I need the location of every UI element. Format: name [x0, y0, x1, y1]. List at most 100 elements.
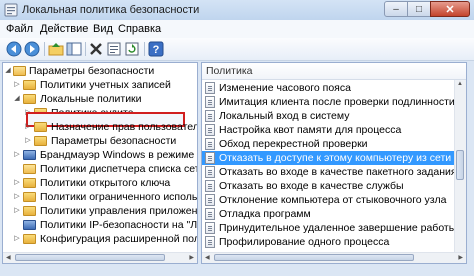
- properties-icon[interactable]: [106, 41, 122, 57]
- tree-item-label: Политики диспетчера списка сетей: [40, 163, 198, 175]
- folder-icon: [23, 178, 36, 188]
- list-item-label: Отладка программ: [219, 208, 311, 220]
- list-item[interactable]: Профилирование одного процесса: [202, 235, 454, 249]
- tree-item-label: Назначение прав пользователя: [51, 121, 198, 133]
- collapse-arrow-icon[interactable]: ▷: [24, 120, 32, 134]
- refresh-icon[interactable]: [124, 41, 140, 57]
- folder-icon: [23, 80, 36, 90]
- minimize-icon: –: [393, 3, 399, 15]
- expand-arrow-icon[interactable]: ◢: [13, 92, 21, 106]
- list-item[interactable]: Принудительное удаленное завершение рабо…: [202, 221, 456, 235]
- list-item-label: Отказать во входе в качестве пакетного з…: [219, 166, 457, 178]
- list-item-label: Отказать во входе в качестве службы: [219, 180, 404, 192]
- minimize-button[interactable]: –: [384, 1, 408, 17]
- scrollbar-thumb[interactable]: [456, 150, 464, 180]
- maximize-button[interactable]: □: [407, 1, 431, 17]
- collapse-arrow-icon[interactable]: ▷: [13, 190, 21, 204]
- policy-app-icon: [4, 3, 18, 17]
- list-item[interactable]: Отказать во входе в качестве пакетного з…: [202, 165, 457, 179]
- list-item[interactable]: Отладка программ: [202, 207, 454, 221]
- list-item[interactable]: Локальный вход в систему: [202, 109, 454, 123]
- list-item[interactable]: Изменение часового пояса: [202, 81, 454, 95]
- scroll-left-icon[interactable]: ◀: [6, 254, 11, 261]
- list-item-label: Имитация клиента после проверки подлинно…: [219, 96, 455, 108]
- tree-item-label: Параметры безопасности: [51, 135, 177, 147]
- menu-file[interactable]: Файл: [6, 23, 33, 35]
- show-hide-tree-icon[interactable]: [66, 41, 82, 57]
- forward-arrow-icon[interactable]: [24, 41, 40, 57]
- list-item-label: Изменение часового пояса: [219, 82, 351, 94]
- column-header-policy[interactable]: Политика: [202, 63, 466, 80]
- ip-security-icon: [23, 220, 36, 230]
- scroll-up-icon[interactable]: ▲: [457, 81, 463, 87]
- scroll-left-icon[interactable]: ◀: [205, 254, 210, 261]
- list-item-label: Настройка квот памяти для процесса: [219, 124, 402, 136]
- list-item-label: Отклонение компьютера от стыковочного уз…: [219, 194, 447, 206]
- svg-text:?: ?: [153, 44, 160, 56]
- menu-action[interactable]: Действие: [40, 23, 88, 35]
- window-title: Локальная политика безопасности: [22, 4, 200, 16]
- menu-help[interactable]: Справка: [118, 23, 161, 35]
- scroll-right-icon[interactable]: ▶: [189, 254, 194, 261]
- column-header-label: Политика: [206, 65, 253, 77]
- tree-item-label: Политики открытого ключа: [40, 177, 171, 189]
- list-item-label: Обход перекрестной проверки: [219, 138, 368, 150]
- delete-icon[interactable]: [88, 41, 104, 57]
- scroll-right-icon[interactable]: ▶: [458, 254, 463, 261]
- list-item[interactable]: Обход перекрестной проверки: [202, 137, 454, 151]
- scrollbar-thumb[interactable]: [214, 254, 414, 261]
- collapse-arrow-icon[interactable]: ▷: [13, 78, 21, 92]
- folder-icon: [13, 66, 26, 76]
- horizontal-scrollbar[interactable]: ◀ ▶: [3, 252, 197, 263]
- list-item[interactable]: Имитация клиента после проверки подлинно…: [202, 95, 455, 109]
- horizontal-scrollbar[interactable]: ◀ ▶: [202, 252, 466, 263]
- list-item-selected[interactable]: Отказать в доступе к этому компьютеру из…: [202, 151, 454, 165]
- collapse-arrow-icon[interactable]: ▷: [13, 232, 21, 246]
- title-bar: Локальная политика безопасности – □ ✕: [0, 0, 474, 20]
- policy-icon: [205, 194, 215, 206]
- tree-item-label: Локальные политики: [40, 93, 142, 105]
- folder-icon: [23, 206, 36, 216]
- list-item-label: Отказать в доступе к этому компьютеру из…: [219, 152, 452, 164]
- window-controls: – □ ✕: [384, 1, 470, 18]
- policy-icon: [205, 208, 215, 220]
- toolbar-separator: [144, 42, 145, 56]
- up-folder-icon[interactable]: [48, 41, 64, 57]
- collapse-arrow-icon[interactable]: ▷: [13, 176, 21, 190]
- tree-root-label: Параметры безопасности: [29, 65, 155, 77]
- back-arrow-icon[interactable]: [6, 41, 22, 57]
- collapse-arrow-icon[interactable]: ▷: [13, 148, 21, 162]
- policy-icon: [205, 124, 215, 136]
- maximize-icon: □: [415, 3, 423, 15]
- close-button[interactable]: ✕: [430, 1, 470, 17]
- folder-icon: [23, 94, 36, 104]
- collapse-arrow-icon[interactable]: ▷: [24, 134, 32, 148]
- status-bar: [0, 265, 474, 276]
- policy-icon: [205, 222, 215, 234]
- list-item-label: Локальный вход в систему: [219, 110, 350, 122]
- tree-pane: ◢ Параметры безопасности ▷ Политики учет…: [2, 62, 198, 264]
- menu-bar: Файл Действие Вид Справка: [0, 20, 474, 39]
- folder-icon: [23, 164, 36, 174]
- collapse-arrow-icon[interactable]: ▷: [13, 204, 21, 218]
- folder-icon: [34, 136, 47, 146]
- toolbar-separator: [85, 42, 86, 56]
- toolbar: ?: [0, 38, 474, 61]
- expand-arrow-icon[interactable]: ◢: [4, 64, 12, 78]
- policy-icon: [205, 180, 215, 192]
- menu-view[interactable]: Вид: [93, 23, 113, 35]
- list-item[interactable]: Настройка квот памяти для процесса: [202, 123, 454, 137]
- vertical-scrollbar[interactable]: ▲: [454, 80, 466, 253]
- folder-icon: [23, 234, 36, 244]
- policy-icon: [205, 166, 215, 178]
- list-item[interactable]: Отклонение компьютера от стыковочного уз…: [202, 193, 454, 207]
- tree-item-label: Политики учетных записей: [40, 79, 171, 91]
- tree-item-label: Конфигурация расширенной полити: [40, 233, 197, 245]
- scrollbar-thumb[interactable]: [15, 254, 165, 261]
- help-icon[interactable]: ?: [148, 41, 164, 57]
- policy-icon: [205, 96, 215, 108]
- list-item[interactable]: Отказать во входе в качестве службы: [202, 179, 454, 193]
- folder-icon: [34, 122, 47, 132]
- toolbar-separator: [44, 42, 45, 56]
- list-item-label: Профилирование одного процесса: [219, 236, 390, 248]
